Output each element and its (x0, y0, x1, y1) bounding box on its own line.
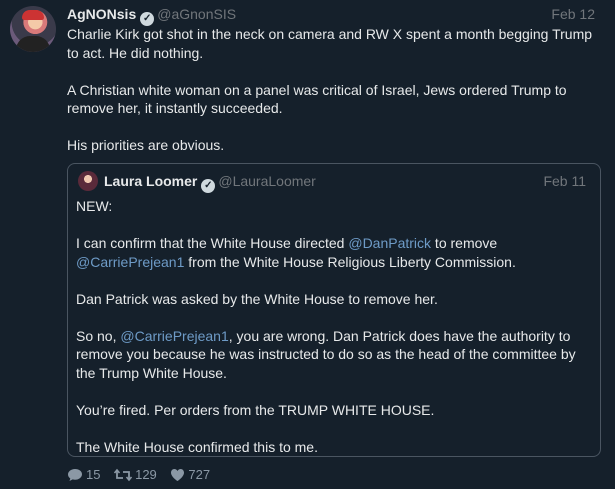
text-span: from the White House Religious Liberty C… (184, 253, 516, 270)
retweet-button[interactable]: 129 (113, 466, 157, 484)
quoted-paragraph: Dan Patrick was asked by the White House… (76, 290, 438, 307)
quoted-tweet[interactable]: Laura Loomer ✓ @LauraLoomer Feb 11 NEW: I … (67, 163, 601, 457)
quoted-author-name[interactable]: Laura Loomer (104, 173, 197, 189)
quoted-paragraph: NEW: (76, 198, 113, 214)
reply-button[interactable]: 15 (67, 466, 100, 484)
text-span: to remove (431, 235, 498, 251)
verified-badge-icon: ✓ (140, 12, 155, 26)
author-avatar[interactable] (10, 6, 56, 52)
tweet-paragraph: Charlie Kirk got shot in the neck on cam… (67, 26, 593, 61)
author-name[interactable]: AgNONsis (67, 6, 136, 22)
avatar-shirt (16, 36, 50, 52)
verified-badge-icon: ✓ (201, 179, 216, 193)
quoted-paragraph: So no, @CarriePrejean1, you are wrong. D… (76, 327, 591, 383)
mention-link[interactable]: @CarriePrejean1 (120, 328, 228, 344)
quoted-paragraph: The White House confirmed this to me. (76, 438, 318, 455)
like-count: 727 (188, 467, 211, 482)
tweet-paragraph: A Christian white woman on a panel was c… (67, 81, 567, 117)
mention-link[interactable]: @CarriePrejean1 (76, 254, 184, 270)
quoted-author-avatar[interactable] (78, 171, 98, 191)
quoted-tweet-body: NEW: I can confirm that the White House … (76, 197, 591, 475)
tweet-paragraph: His priorities are obvious. (67, 137, 225, 153)
retweet-count: 129 (135, 467, 157, 482)
quoted-paragraph: I can confirm that the White House direc… (76, 234, 591, 271)
quoted-paragraph: You’re fired. Per orders from the TRUMP … (76, 401, 435, 418)
reply-count: 15 (86, 467, 101, 482)
retweet-icon (113, 468, 133, 482)
like-button[interactable]: 727 (170, 466, 210, 484)
quoted-tweet-header: Laura Loomer ✓ @LauraLoomer Feb 11 (104, 172, 594, 193)
tweet-actions: 15 129 727 (67, 466, 220, 484)
text-span: So no, (76, 327, 121, 344)
tweet-body: Charlie Kirk got shot in the neck on cam… (67, 25, 602, 173)
mention-link[interactable]: @DanPatrick (348, 235, 431, 251)
author-handle[interactable]: @aGnonSIS (157, 6, 236, 22)
tweet-date[interactable]: Feb 12 (551, 5, 595, 23)
heart-icon (171, 469, 185, 481)
tweet-header: AgNONsis ✓ @aGnonSIS Feb 12 (67, 5, 607, 26)
quoted-tweet-date[interactable]: Feb 11 (543, 172, 586, 190)
tweet: AgNONsis ✓ @aGnonSIS Feb 12 Charlie Kirk g… (0, 0, 615, 489)
text-span: I can confirm that the White House direc… (76, 235, 349, 251)
quoted-author-handle[interactable]: @LauraLoomer (218, 173, 316, 189)
reply-icon (68, 469, 82, 481)
avatar-hat (22, 10, 44, 20)
